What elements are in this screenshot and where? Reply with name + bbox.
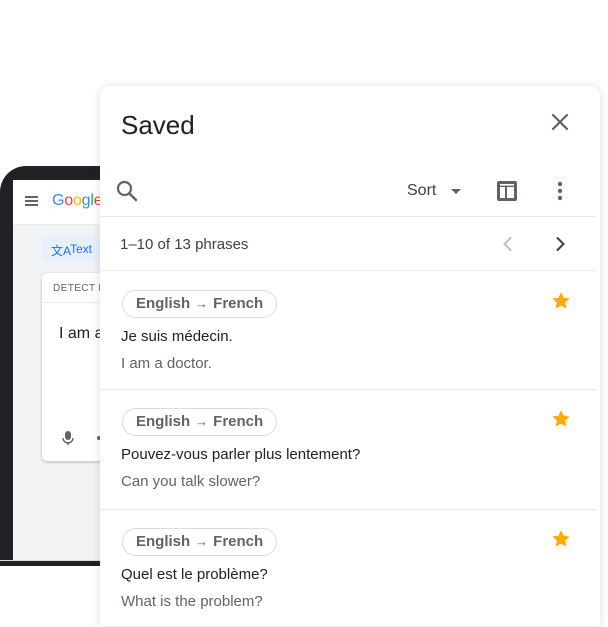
source-phrase: Je suis médecin. bbox=[121, 328, 233, 345]
phrase-item[interactable]: English → French Je suis médecin. I am a d… bbox=[100, 271, 596, 389]
to-language: French bbox=[213, 295, 264, 312]
phrase-item[interactable]: English → French Pouvez-vous parler plus l… bbox=[100, 389, 596, 507]
menu-icon[interactable] bbox=[25, 196, 38, 206]
text-mode-label: Text bbox=[70, 242, 93, 256]
mic-icon[interactable] bbox=[61, 430, 75, 446]
to-language: French bbox=[213, 533, 264, 550]
close-icon[interactable] bbox=[546, 108, 574, 136]
detect-language-tab[interactable]: DETECT L bbox=[53, 283, 104, 294]
star-icon[interactable] bbox=[550, 528, 572, 550]
star-icon[interactable] bbox=[550, 408, 572, 430]
saved-panel: Saved Sort 1–10 of 13 phrases English → … bbox=[100, 86, 600, 626]
from-language: English bbox=[136, 295, 191, 312]
panel-title: Saved bbox=[121, 110, 195, 140]
divider bbox=[100, 216, 596, 217]
sheets-icon[interactable] bbox=[496, 180, 518, 202]
language-pair-chip: English → French bbox=[122, 408, 278, 436]
source-phrase: Pouvez-vous parler plus lentement? bbox=[121, 446, 361, 463]
language-pair-chip: English → French bbox=[122, 528, 278, 556]
pagination-status: 1–10 of 13 phrases bbox=[120, 236, 249, 253]
translated-phrase: Can you talk slower? bbox=[121, 473, 261, 490]
translated-phrase: I am a doctor. bbox=[121, 355, 212, 372]
arrow-icon: → bbox=[195, 534, 209, 549]
arrow-icon: → bbox=[195, 296, 209, 311]
source-phrase: Quel est le problème? bbox=[121, 566, 268, 583]
search-icon[interactable] bbox=[114, 178, 140, 204]
from-language: English bbox=[136, 413, 191, 430]
phrase-item[interactable]: English → French Quel est le problème? Wha… bbox=[100, 509, 596, 627]
translate-icon: 文A bbox=[51, 244, 72, 258]
chevron-right-icon[interactable] bbox=[548, 232, 572, 256]
translated-phrase: What is the problem? bbox=[121, 593, 263, 610]
language-pair-chip: English → French bbox=[122, 290, 278, 318]
source-text-input[interactable]: I am a bbox=[59, 325, 103, 343]
google-logo: Google bbox=[52, 192, 103, 209]
caret-down-icon bbox=[451, 189, 461, 194]
chevron-left-icon[interactable] bbox=[496, 232, 520, 256]
arrow-icon: → bbox=[195, 414, 209, 429]
to-language: French bbox=[213, 413, 264, 430]
panel-toolbar: Sort bbox=[100, 166, 600, 216]
more-vert-icon[interactable] bbox=[550, 178, 570, 204]
from-language: English bbox=[136, 533, 191, 550]
sort-label: Sort bbox=[407, 182, 437, 199]
star-icon[interactable] bbox=[550, 290, 572, 312]
